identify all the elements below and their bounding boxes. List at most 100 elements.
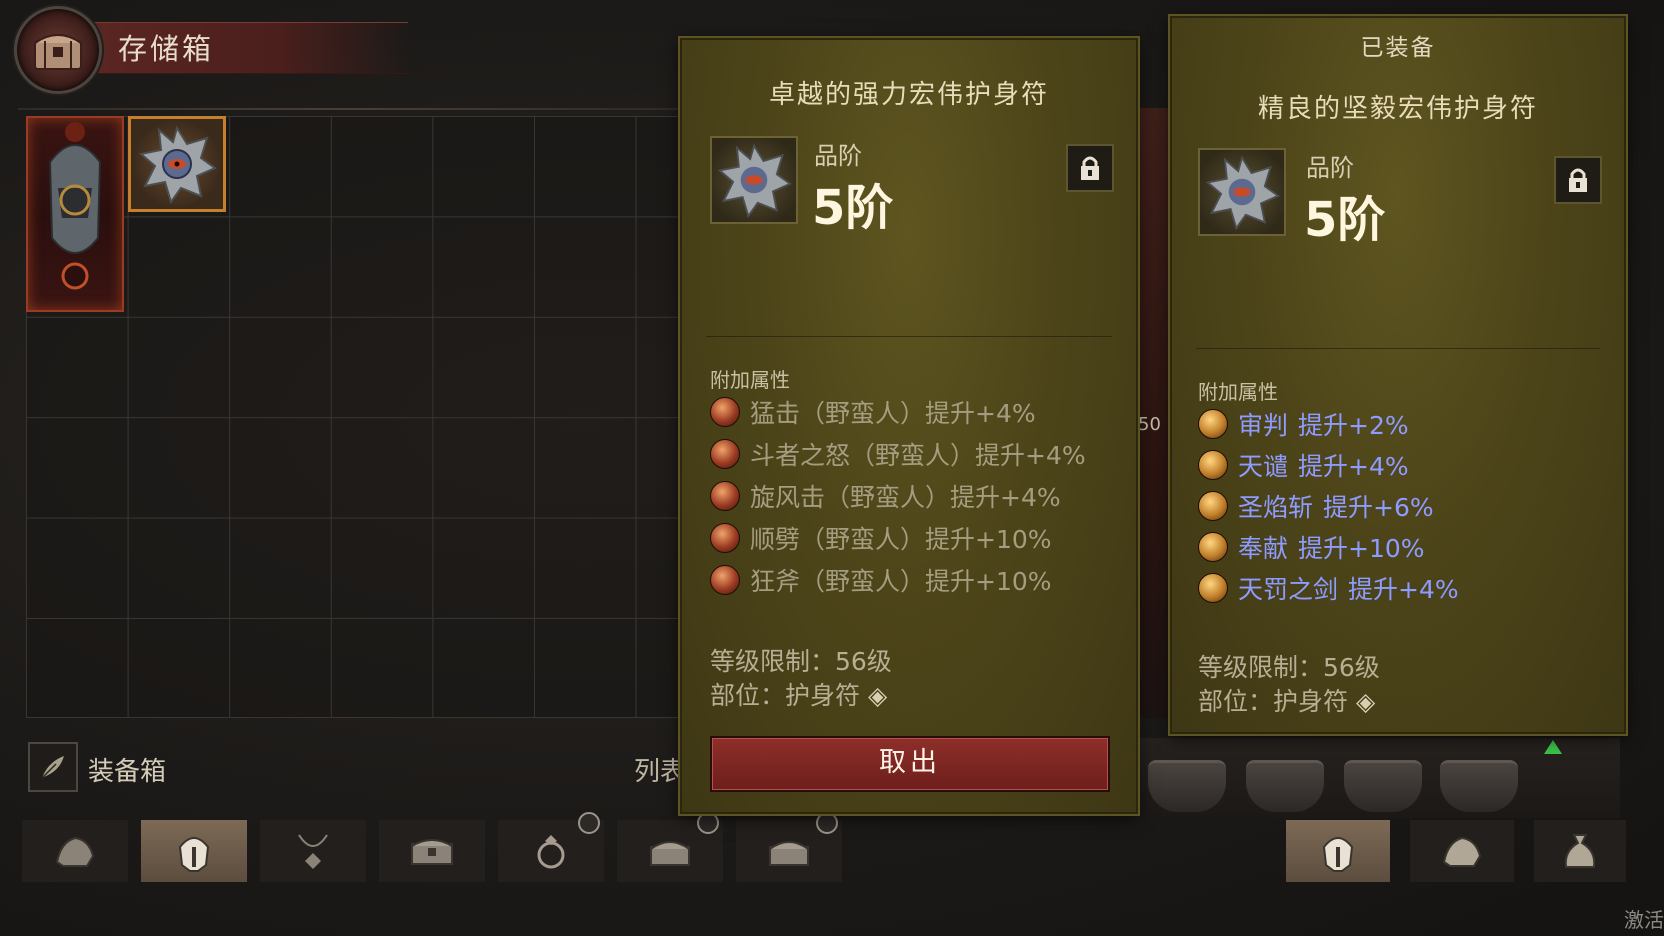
whirlwind-icon [710,481,740,511]
item-slot-text: 部位：护身符 [1198,687,1349,716]
pot-icon [1440,760,1518,812]
pot-icon [1246,760,1324,812]
upgrade-arrow-icon [1544,740,1562,754]
affix-text: 顺劈（野蛮人）提升+10% [750,525,1052,554]
sword-icon [1198,573,1228,603]
affix-title: 附加属性 [1198,380,1278,404]
helmet-icon [48,122,102,290]
amulet-slot-icon: ◈ [1355,687,1376,716]
affix-skill: 审判 [1238,411,1289,440]
amulet-slot-icon: ◈ [867,681,888,710]
pot-icon [1148,760,1226,812]
lock-button[interactable] [1066,144,1114,192]
gauntlet-icon [55,836,95,867]
affix-row: 圣焰斩 提升+6% [1198,486,1434,526]
take-out-button[interactable]: 取出 [710,736,1110,792]
condemn-icon [1198,450,1228,480]
rage-icon [710,439,740,469]
item-slot-text: 部位：护身符 [710,681,861,710]
watermark-text: 激活 [1624,908,1664,932]
affix-bonus: 提升+2% [1298,411,1409,440]
feather-icon[interactable] [28,742,78,792]
tab-gloves[interactable] [22,820,128,882]
affix-bonus: 提升+4% [1298,452,1409,481]
equipment-box-label[interactable]: 装备箱 [88,751,166,788]
tab-equipped-gloves[interactable] [1410,820,1514,882]
partial-number: 50 [1138,414,1161,435]
affix-row: 天谴 提升+4% [1198,445,1409,485]
chest-icon [14,6,102,94]
affix-skill: 圣焰斩 [1238,493,1314,522]
tab-chest[interactable] [379,820,485,882]
tab-helmet[interactable] [141,820,247,882]
tier-label: 品阶 [814,142,862,170]
chest-icon [411,839,453,865]
affix-row: 审判 提升+2% [1198,404,1409,444]
treasure-icon [769,841,809,866]
item-tooltip-equipped: 已装备 精良的坚毅宏伟护身符 品阶 5阶 附加属性 审判 提升+2% 天谴 提升… [1170,16,1626,734]
affix-row: 奉献 提升+10% [1198,527,1425,567]
treasure-icon [650,841,690,866]
affix-row: 旋风击（野蛮人）提升+4% [710,476,1061,516]
item-name: 精良的坚毅宏伟护身符 [1257,94,1538,124]
amulet-icon [1198,148,1286,236]
tab-treasure-1[interactable] [617,812,723,882]
level-requirement: 等级限制：56级 [710,647,892,676]
stash-grid[interactable] [26,116,682,718]
clock-badge-icon [816,812,838,834]
list-label[interactable]: 列表 [634,751,686,788]
clock-badge-icon [578,812,600,834]
amulet-icon [138,125,217,204]
consecration-icon [1198,532,1228,562]
equipped-header: 已装备 [1360,35,1436,61]
necklace-icon [298,834,328,869]
divider [706,336,1112,337]
affix-text: 猛击（野蛮人）提升+4% [750,399,1036,428]
clock-badge-icon [697,812,719,834]
item-name: 卓越的强力宏伟护身符 [768,80,1049,110]
affix-title: 附加属性 [710,368,790,392]
tab-bag[interactable] [1534,820,1626,882]
amulet-icon [710,136,798,224]
tier-value: 5阶 [812,180,894,236]
flame-slash-icon [1198,491,1228,521]
page-title: 存储箱 [118,32,215,66]
item-slot: 部位：护身符 ◈ [1198,682,1375,718]
affix-row: 狂斧（野蛮人）提升+10% [710,560,1052,600]
lock-button[interactable] [1554,156,1602,204]
bash-icon [710,397,740,427]
equipped-helmet-slot[interactable] [26,116,124,312]
lock-icon [1569,168,1587,192]
selected-amulet-item[interactable] [128,116,226,212]
helmet-icon [178,837,210,872]
item-slot: 部位：护身符 ◈ [710,676,887,712]
affix-bonus: 提升+10% [1298,534,1425,563]
affix-skill: 奉献 [1238,534,1289,563]
affix-row: 猛击（野蛮人）提升+4% [710,392,1036,432]
judgment-icon [1198,409,1228,439]
affix-bonus: 提升+4% [1348,575,1459,604]
affix-text: 斗者之怒（野蛮人）提升+4% [750,441,1086,470]
background-scene [1138,108,1170,718]
axe-icon [710,565,740,595]
affix-text: 旋风击（野蛮人）提升+4% [750,483,1061,512]
cleave-icon [710,523,740,553]
tier-label: 品阶 [1306,154,1354,182]
affix-bonus: 提升+6% [1323,493,1434,522]
ring-icon [537,835,565,869]
affix-row: 顺劈（野蛮人）提升+10% [710,518,1052,558]
tab-ring[interactable] [498,812,604,882]
item-tooltip-new: 卓越的强力宏伟护身符 品阶 5阶 附加属性 猛击（野蛮人）提升+4% 斗者之怒（… [680,38,1138,814]
affix-text: 狂斧（野蛮人）提升+10% [750,567,1052,596]
tab-equipped-helmet[interactable] [1286,820,1390,882]
affix-skill: 天罚之剑 [1238,575,1339,604]
level-requirement: 等级限制：56级 [1198,653,1380,682]
lock-icon [1081,156,1099,180]
affix-row: 斗者之怒（野蛮人）提升+4% [710,434,1086,474]
tab-necklace[interactable] [260,820,366,882]
pot-icon [1344,760,1422,812]
affix-skill: 天谴 [1238,452,1289,481]
gauntlet-icon [1442,836,1482,867]
tab-treasure-2[interactable] [736,812,842,882]
header-divider [18,108,678,110]
